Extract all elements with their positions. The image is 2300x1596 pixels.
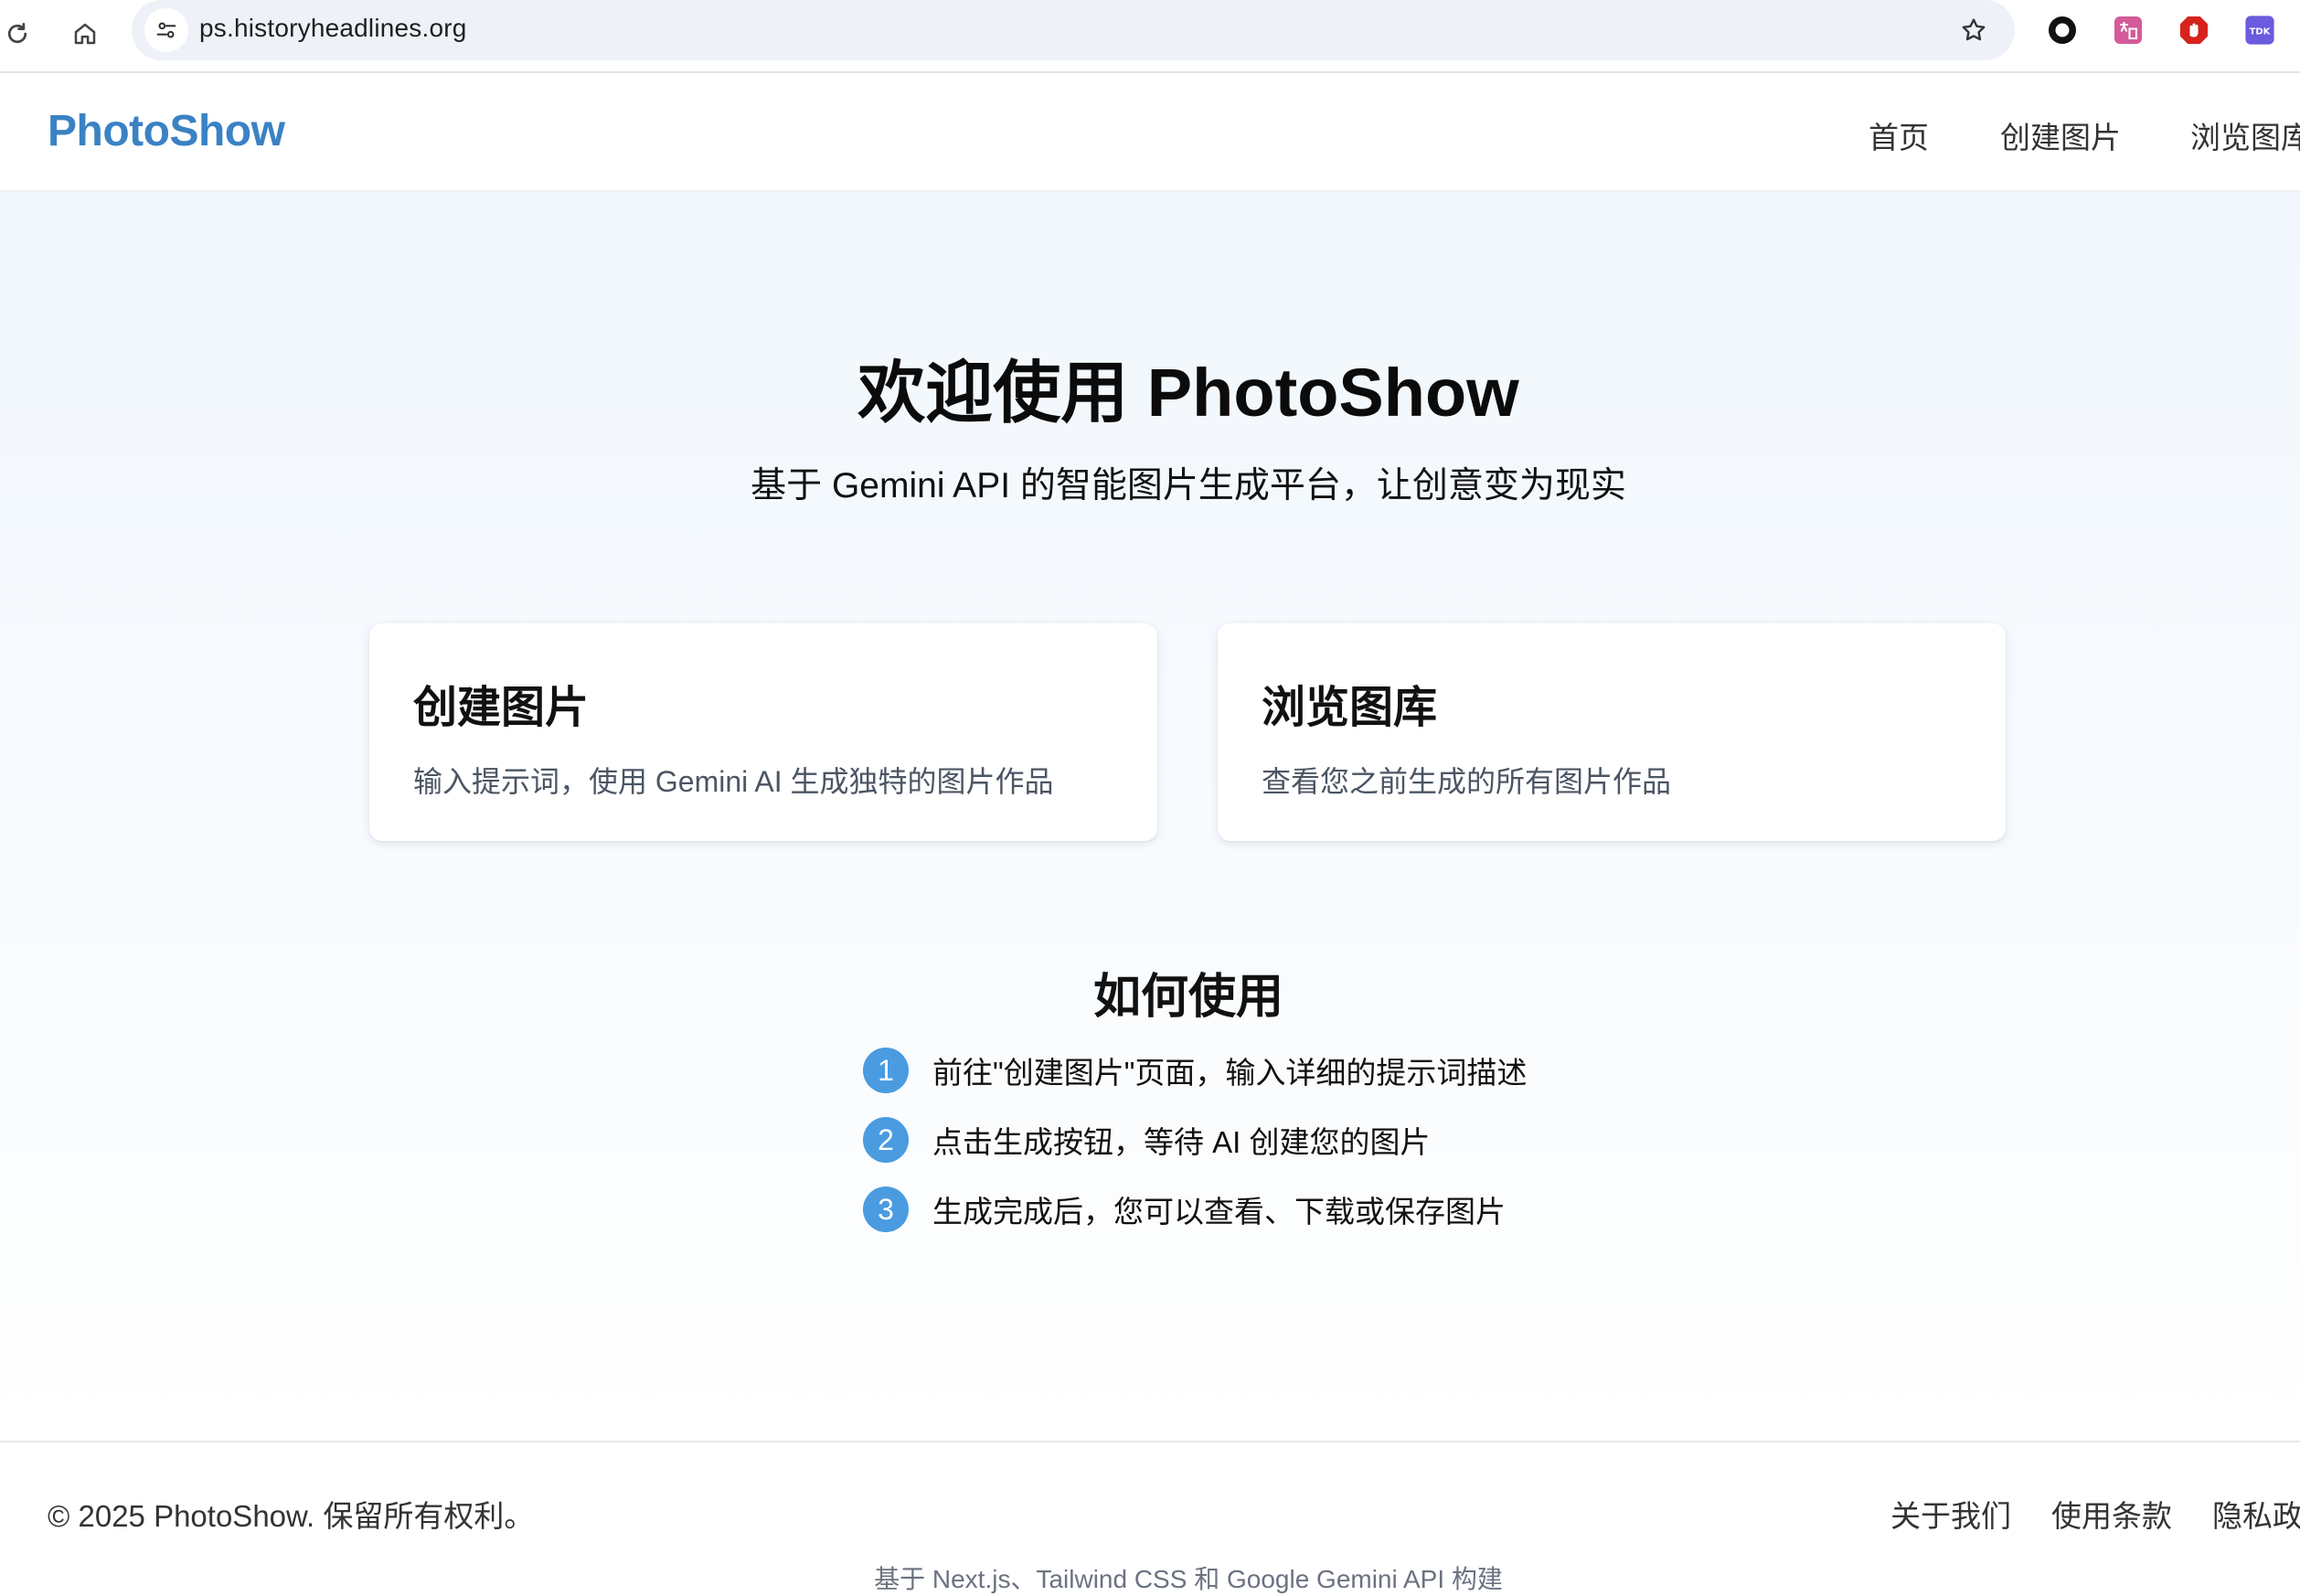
translate-extension-icon[interactable] [2110, 12, 2146, 48]
step-text: 点击生成按钮，等待 AI 创建您的图片 [932, 1125, 1431, 1159]
card-description: 查看您之前生成的所有图片作品 [1262, 765, 1672, 798]
footer-link-privacy[interactable]: 隐私政策 [2212, 1492, 2300, 1536]
nav-link-home[interactable]: 首页 [1869, 113, 1929, 157]
nav-link-gallery[interactable]: 浏览图库 [2190, 113, 2300, 157]
record-extension-icon[interactable] [2044, 12, 2081, 48]
card-title: 创建图片 [413, 684, 590, 732]
site-logo[interactable]: PhotoShow [48, 106, 285, 156]
address-bar[interactable]: ps.historyheadlines.org [132, 0, 2015, 60]
bookmark-star-icon[interactable] [1953, 9, 1995, 51]
url-text[interactable]: ps.historyheadlines.org [199, 14, 467, 43]
main-content: 欢迎使用 PhotoShow 基于 Gemini API 的智能图片生成平台，让… [0, 192, 2300, 1441]
step-text: 前往"创建图片"页面，输入详细的提示词描述 [932, 1056, 1528, 1090]
step-item: 3 生成完成后，您可以查看、下载或保存图片 [863, 1186, 1506, 1232]
card-description: 输入提示词，使用 Gemini AI 生成独特的图片作品 [413, 765, 1054, 798]
tdk-extension-icon[interactable]: TDK [2241, 12, 2278, 48]
svg-text:TDK: TDK [2250, 27, 2271, 37]
create-image-card[interactable]: 创建图片 输入提示词，使用 Gemini AI 生成独特的图片作品 [369, 623, 1157, 841]
card-title: 浏览图库 [1262, 684, 1438, 732]
step-number-badge: 1 [863, 1048, 909, 1093]
site-settings-icon[interactable] [144, 8, 188, 52]
nav-link-create[interactable]: 创建图片 [2000, 113, 2121, 157]
reload-icon[interactable] [0, 13, 38, 55]
how-to-title: 如何使用 [1092, 971, 1283, 1024]
page-title: 欢迎使用 PhotoShow [857, 355, 1519, 431]
step-number-badge: 2 [863, 1117, 909, 1163]
site-header: PhotoShow 首页 创建图片 浏览图库 [0, 73, 2300, 192]
step-number-badge: 3 [863, 1186, 909, 1232]
footer-link-about[interactable]: 关于我们 [1890, 1492, 2011, 1536]
step-item: 2 点击生成按钮，等待 AI 创建您的图片 [863, 1117, 1431, 1163]
page-subtitle: 基于 Gemini API 的智能图片生成平台，让创意变为现实 [751, 466, 1626, 505]
step-item: 1 前往"创建图片"页面，输入详细的提示词描述 [863, 1048, 1527, 1093]
footer-link-terms[interactable]: 使用条款 [2051, 1492, 2172, 1536]
built-with-text: 基于 Next.js、Tailwind CSS 和 Google Gemini … [874, 1565, 1503, 1593]
browser-toolbar: ps.historyheadlines.org TDK [0, 0, 2300, 73]
home-icon[interactable] [64, 13, 106, 55]
adblock-extension-icon[interactable] [2176, 12, 2212, 48]
site-footer: © 2025 PhotoShow. 保留所有权利。 关于我们 使用条款 隐私政策… [0, 1441, 2300, 1593]
copyright-text: © 2025 PhotoShow. 保留所有权利。 [48, 1499, 535, 1533]
browse-gallery-card[interactable]: 浏览图库 查看您之前生成的所有图片作品 [1218, 623, 2006, 841]
step-text: 生成完成后，您可以查看、下载或保存图片 [932, 1195, 1506, 1229]
